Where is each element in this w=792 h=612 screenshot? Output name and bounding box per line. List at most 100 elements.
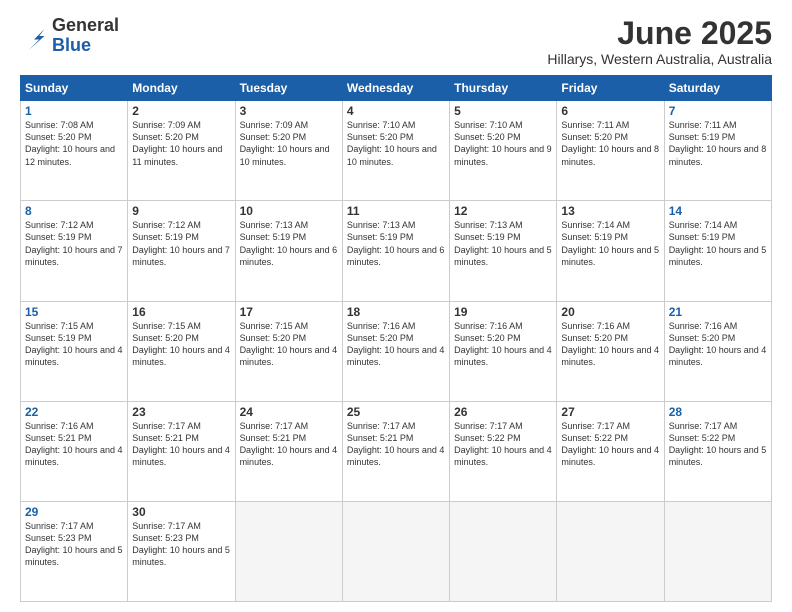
day-info: Sunrise: 7:09 AM Sunset: 5:20 PM Dayligh… (240, 119, 338, 168)
logo-blue-text: Blue (52, 35, 91, 55)
table-row: 9 Sunrise: 7:12 AM Sunset: 5:19 PM Dayli… (128, 201, 235, 301)
sunset-label: Sunset: 5:19 PM (25, 232, 92, 242)
table-row: 5 Sunrise: 7:10 AM Sunset: 5:20 PM Dayli… (450, 101, 557, 201)
table-row: 24 Sunrise: 7:17 AM Sunset: 5:21 PM Dayl… (235, 401, 342, 501)
day-number: 20 (561, 305, 659, 319)
day-number: 28 (669, 405, 767, 419)
header: General Blue June 2025 Hillarys, Western… (20, 16, 772, 67)
daylight-label: Daylight: 10 hours and 5 minutes. (25, 545, 123, 567)
daylight-label: Daylight: 10 hours and 4 minutes. (132, 345, 230, 367)
sunrise-label: Sunrise: 7:17 AM (561, 421, 630, 431)
table-row: 23 Sunrise: 7:17 AM Sunset: 5:21 PM Dayl… (128, 401, 235, 501)
sunset-label: Sunset: 5:20 PM (132, 333, 199, 343)
table-row: 10 Sunrise: 7:13 AM Sunset: 5:19 PM Dayl… (235, 201, 342, 301)
sunset-label: Sunset: 5:20 PM (561, 132, 628, 142)
day-info: Sunrise: 7:16 AM Sunset: 5:20 PM Dayligh… (347, 320, 445, 369)
sunrise-label: Sunrise: 7:13 AM (240, 220, 309, 230)
day-info: Sunrise: 7:14 AM Sunset: 5:19 PM Dayligh… (561, 219, 659, 268)
header-thursday: Thursday (450, 76, 557, 101)
table-row: 15 Sunrise: 7:15 AM Sunset: 5:19 PM Dayl… (21, 301, 128, 401)
table-row: 30 Sunrise: 7:17 AM Sunset: 5:23 PM Dayl… (128, 501, 235, 601)
sunrise-label: Sunrise: 7:13 AM (454, 220, 523, 230)
sunrise-label: Sunrise: 7:11 AM (669, 120, 737, 130)
day-info: Sunrise: 7:16 AM Sunset: 5:21 PM Dayligh… (25, 420, 123, 469)
table-row: 18 Sunrise: 7:16 AM Sunset: 5:20 PM Dayl… (342, 301, 449, 401)
table-row: 13 Sunrise: 7:14 AM Sunset: 5:19 PM Dayl… (557, 201, 664, 301)
sunset-label: Sunset: 5:20 PM (25, 132, 92, 142)
table-row: 19 Sunrise: 7:16 AM Sunset: 5:20 PM Dayl… (450, 301, 557, 401)
day-info: Sunrise: 7:13 AM Sunset: 5:19 PM Dayligh… (454, 219, 552, 268)
day-number: 5 (454, 104, 552, 118)
day-number: 17 (240, 305, 338, 319)
sunset-label: Sunset: 5:19 PM (669, 232, 736, 242)
day-number: 23 (132, 405, 230, 419)
title-area: June 2025 Hillarys, Western Australia, A… (547, 16, 772, 67)
day-number: 13 (561, 204, 659, 218)
day-number: 7 (669, 104, 767, 118)
sunset-label: Sunset: 5:19 PM (132, 232, 199, 242)
header-friday: Friday (557, 76, 664, 101)
calendar-week-row: 29 Sunrise: 7:17 AM Sunset: 5:23 PM Dayl… (21, 501, 772, 601)
sunrise-label: Sunrise: 7:16 AM (25, 421, 94, 431)
daylight-label: Daylight: 10 hours and 10 minutes. (240, 144, 330, 166)
sunset-label: Sunset: 5:21 PM (347, 433, 414, 443)
sunset-label: Sunset: 5:22 PM (669, 433, 736, 443)
sunrise-label: Sunrise: 7:17 AM (454, 421, 523, 431)
sunrise-label: Sunrise: 7:10 AM (347, 120, 416, 130)
table-row: 11 Sunrise: 7:13 AM Sunset: 5:19 PM Dayl… (342, 201, 449, 301)
sunrise-label: Sunrise: 7:09 AM (132, 120, 201, 130)
day-info: Sunrise: 7:11 AM Sunset: 5:20 PM Dayligh… (561, 119, 659, 168)
day-info: Sunrise: 7:17 AM Sunset: 5:23 PM Dayligh… (132, 520, 230, 569)
day-number: 22 (25, 405, 123, 419)
calendar-week-row: 22 Sunrise: 7:16 AM Sunset: 5:21 PM Dayl… (21, 401, 772, 501)
day-info: Sunrise: 7:08 AM Sunset: 5:20 PM Dayligh… (25, 119, 123, 168)
daylight-label: Daylight: 10 hours and 6 minutes. (347, 245, 445, 267)
sunset-label: Sunset: 5:20 PM (669, 333, 736, 343)
day-info: Sunrise: 7:15 AM Sunset: 5:19 PM Dayligh… (25, 320, 123, 369)
page: General Blue June 2025 Hillarys, Western… (0, 0, 792, 612)
sunrise-label: Sunrise: 7:14 AM (669, 220, 738, 230)
daylight-label: Daylight: 10 hours and 4 minutes. (25, 445, 123, 467)
table-row: 21 Sunrise: 7:16 AM Sunset: 5:20 PM Dayl… (664, 301, 771, 401)
sunset-label: Sunset: 5:21 PM (25, 433, 92, 443)
daylight-label: Daylight: 10 hours and 8 minutes. (669, 144, 767, 166)
day-info: Sunrise: 7:14 AM Sunset: 5:19 PM Dayligh… (669, 219, 767, 268)
day-number: 6 (561, 104, 659, 118)
sunset-label: Sunset: 5:20 PM (240, 333, 307, 343)
day-info: Sunrise: 7:17 AM Sunset: 5:22 PM Dayligh… (561, 420, 659, 469)
daylight-label: Daylight: 10 hours and 9 minutes. (454, 144, 552, 166)
daylight-label: Daylight: 10 hours and 4 minutes. (347, 445, 445, 467)
sunrise-label: Sunrise: 7:16 AM (561, 321, 630, 331)
daylight-label: Daylight: 10 hours and 5 minutes. (669, 445, 767, 467)
table-row: 29 Sunrise: 7:17 AM Sunset: 5:23 PM Dayl… (21, 501, 128, 601)
day-info: Sunrise: 7:09 AM Sunset: 5:20 PM Dayligh… (132, 119, 230, 168)
table-row: 20 Sunrise: 7:16 AM Sunset: 5:20 PM Dayl… (557, 301, 664, 401)
sunrise-label: Sunrise: 7:17 AM (132, 521, 201, 531)
sunset-label: Sunset: 5:20 PM (561, 333, 628, 343)
day-info: Sunrise: 7:17 AM Sunset: 5:23 PM Dayligh… (25, 520, 123, 569)
sunrise-label: Sunrise: 7:14 AM (561, 220, 630, 230)
header-monday: Monday (128, 76, 235, 101)
day-number: 21 (669, 305, 767, 319)
day-info: Sunrise: 7:16 AM Sunset: 5:20 PM Dayligh… (454, 320, 552, 369)
day-number: 1 (25, 104, 123, 118)
day-info: Sunrise: 7:16 AM Sunset: 5:20 PM Dayligh… (669, 320, 767, 369)
sunset-label: Sunset: 5:21 PM (132, 433, 199, 443)
day-number: 4 (347, 104, 445, 118)
day-number: 10 (240, 204, 338, 218)
sunset-label: Sunset: 5:19 PM (561, 232, 628, 242)
table-row (557, 501, 664, 601)
daylight-label: Daylight: 10 hours and 4 minutes. (561, 445, 659, 467)
table-row: 16 Sunrise: 7:15 AM Sunset: 5:20 PM Dayl… (128, 301, 235, 401)
sunrise-label: Sunrise: 7:17 AM (347, 421, 416, 431)
calendar-week-row: 1 Sunrise: 7:08 AM Sunset: 5:20 PM Dayli… (21, 101, 772, 201)
day-number: 24 (240, 405, 338, 419)
day-info: Sunrise: 7:11 AM Sunset: 5:19 PM Dayligh… (669, 119, 767, 168)
daylight-label: Daylight: 10 hours and 4 minutes. (454, 445, 552, 467)
day-info: Sunrise: 7:10 AM Sunset: 5:20 PM Dayligh… (347, 119, 445, 168)
daylight-label: Daylight: 10 hours and 8 minutes. (561, 144, 659, 166)
sunset-label: Sunset: 5:19 PM (347, 232, 414, 242)
day-number: 25 (347, 405, 445, 419)
sunrise-label: Sunrise: 7:12 AM (132, 220, 201, 230)
table-row: 3 Sunrise: 7:09 AM Sunset: 5:20 PM Dayli… (235, 101, 342, 201)
